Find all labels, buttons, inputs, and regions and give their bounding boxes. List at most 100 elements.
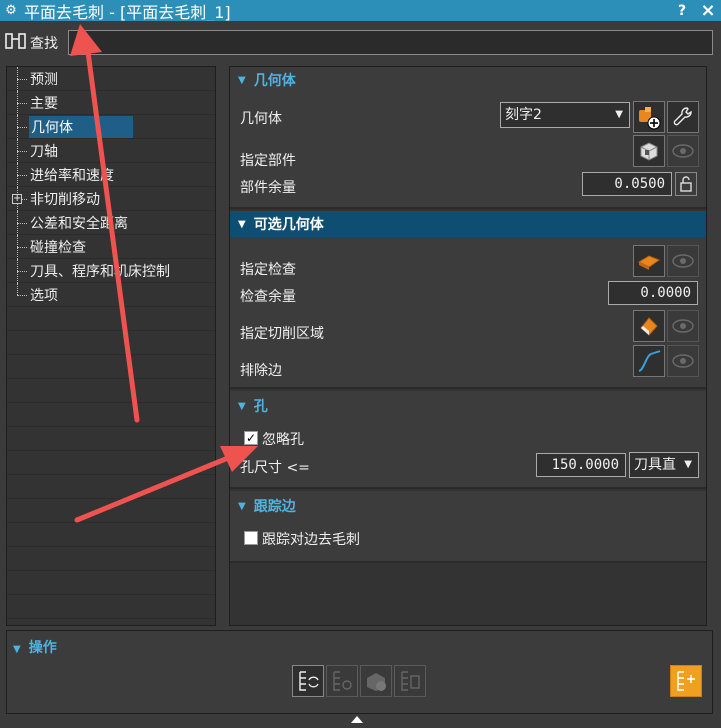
collapse-triangle-icon: ▼ [238, 500, 246, 512]
optional-geometry-title: 可选几何体 [253, 217, 324, 233]
tree-item[interactable]: 公差和安全距离 [7, 210, 215, 235]
specify-part-button[interactable] [633, 135, 665, 167]
ignore-holes-checkbox[interactable]: ✓ [244, 431, 258, 445]
tree-item[interactable]: + 非切削移动 [7, 186, 215, 211]
tree-connector [7, 234, 29, 259]
edit-geometry-button[interactable] [667, 101, 699, 133]
list-button[interactable] [394, 665, 426, 697]
wrench-icon [673, 107, 692, 126]
collapse-triangle-icon: ▼ [238, 218, 246, 230]
expand-caret-icon[interactable] [351, 716, 363, 723]
generate-icon [299, 671, 319, 691]
tree-item[interactable]: 刀具、程序和机床控制 [7, 258, 215, 283]
find-bar: 查找 [0, 21, 721, 63]
help-button[interactable]: ? [672, 0, 692, 21]
tree-item[interactable]: 预测 [7, 67, 215, 91]
trace-edges-section: ▼ 跟踪边 跟踪对边去毛刺 [230, 491, 706, 563]
tree-connector [7, 162, 29, 187]
tree-item[interactable]: 几何体 [7, 114, 215, 139]
tree-empty-row [7, 307, 215, 331]
verify-button[interactable] [360, 665, 392, 697]
tree-empty-row [7, 571, 215, 595]
part-stock-input[interactable]: 0.0500 [582, 172, 672, 196]
specify-cut-area-button[interactable] [633, 310, 665, 342]
tree-connector [7, 210, 29, 235]
eye-icon [672, 144, 694, 158]
trace-edges-header[interactable]: ▼ 跟踪边 [230, 493, 706, 519]
tree-connector [7, 282, 29, 307]
generate-button[interactable] [292, 665, 324, 697]
tree-star-icon [677, 671, 695, 691]
geometry-select[interactable]: 刻字2 ▼ [500, 102, 630, 128]
navigation-tree: 预测主要几何体刀轴进给率和速度 + 非切削移动公差和安全距离 碰撞检查刀具、程序和机床… [6, 66, 216, 626]
specify-cut-area-label: 指定切削区域 [240, 326, 324, 342]
operations-section: ▼ 操作 [6, 630, 713, 714]
trace-opposite-checkbox[interactable] [244, 531, 258, 545]
tree-empty-row [7, 595, 215, 619]
title-bar: ⚙ 平面去毛刺 - [平面去毛刺_1] ? × [0, 0, 721, 22]
tree-item[interactable]: 主要 [7, 90, 215, 115]
tree-item[interactable]: 选项 [7, 282, 215, 307]
new-geometry-button[interactable] [633, 101, 665, 133]
tree-empty-row [7, 331, 215, 355]
gear-icon: ⚙ [5, 3, 17, 18]
hole-size-unit-select[interactable]: 刀具直 ▼ [629, 452, 699, 478]
tree-item-label: 刀轴 [30, 143, 58, 160]
show-cut-area-button[interactable] [667, 310, 699, 342]
lock-button[interactable] [675, 172, 697, 196]
window-title: 平面去毛刺 - [平面去毛刺_1] [24, 2, 231, 22]
eye-icon [672, 354, 694, 368]
holes-section-header[interactable]: ▼ 孔 [230, 393, 706, 419]
tree-empty-row [7, 499, 215, 523]
eye-icon [672, 319, 694, 333]
tree-item[interactable]: 刀轴 [7, 138, 215, 163]
exclude-edges-button[interactable] [633, 345, 665, 377]
new-geometry-icon [639, 107, 661, 130]
tree-empty-row [7, 379, 215, 403]
close-button[interactable]: × [698, 0, 718, 21]
tree-empty-row [7, 427, 215, 451]
check-geometry-icon [637, 255, 661, 270]
tree-empty-row [7, 475, 215, 499]
replay-button[interactable] [326, 665, 358, 697]
find-input[interactable] [68, 30, 713, 55]
list-icon [401, 671, 420, 691]
collapse-triangle-icon: ▼ [238, 400, 246, 412]
tree-connector: + [7, 186, 29, 211]
expand-plus-icon[interactable]: + [12, 193, 22, 204]
tree-item[interactable]: 碰撞检查 [7, 234, 215, 259]
binoculars-icon [5, 33, 26, 49]
optional-geometry-header[interactable]: ▼ 可选几何体 [230, 211, 706, 237]
tree-empty-row [7, 523, 215, 547]
specify-check-button[interactable] [633, 245, 665, 277]
chevron-down-icon: ▼ [684, 459, 692, 470]
specify-check-label: 指定检查 [240, 262, 296, 278]
operation-tree-button[interactable] [670, 665, 702, 697]
tree-empty-row [7, 547, 215, 571]
cut-area-icon [640, 317, 658, 336]
tree-connector [7, 67, 29, 91]
tree-item[interactable]: 进给率和速度 [7, 162, 215, 187]
geometry-section: ▼ 几何体 几何体 刻字2 ▼ 指定部件 部件余量 0.0500 [230, 67, 706, 209]
lock-icon [680, 176, 692, 192]
tree-empty-row [7, 355, 215, 379]
specify-part-label: 指定部件 [240, 153, 296, 169]
collapse-triangle-icon: ▼ [13, 644, 21, 655]
tree-item-label: 公差和安全距离 [30, 215, 128, 232]
operations-header[interactable]: ▼ 操作 [13, 637, 57, 657]
tree-item-label: 预测 [30, 71, 58, 88]
trace-edges-title: 跟踪边 [253, 499, 296, 515]
show-check-button[interactable] [667, 245, 699, 277]
verify-icon [367, 673, 386, 691]
tree-item-label: 主要 [30, 95, 58, 112]
tree-connector [7, 258, 29, 283]
check-stock-input[interactable]: 0.0000 [608, 281, 698, 305]
show-part-button[interactable] [667, 135, 699, 167]
eye-icon [672, 254, 694, 268]
show-edges-button[interactable] [667, 345, 699, 377]
hole-size-input[interactable]: 150.0000 [536, 453, 626, 477]
geometry-section-header[interactable]: ▼ 几何体 [230, 67, 706, 93]
chevron-down-icon: ▼ [615, 109, 623, 120]
replay-icon [333, 671, 352, 691]
tree-item-label: 碰撞检查 [30, 239, 86, 256]
